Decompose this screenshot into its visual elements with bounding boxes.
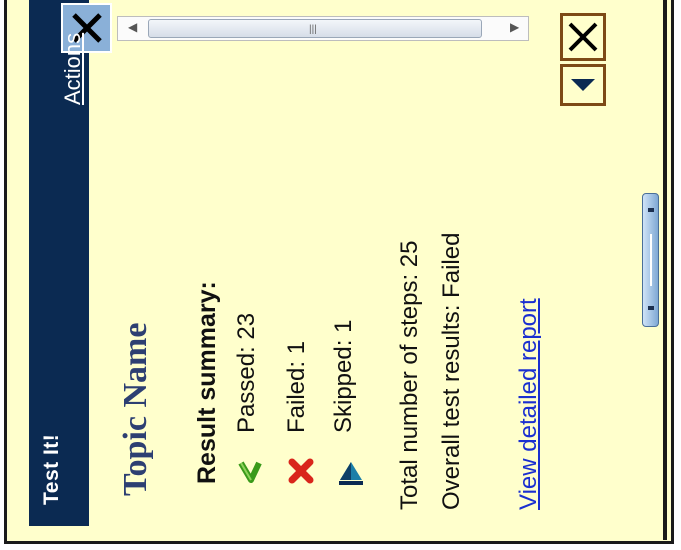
- topic-title: Topic Name: [117, 322, 154, 496]
- horizontal-scrollbar[interactable]: ◀ ||| ▶: [117, 16, 529, 41]
- dropdown-button[interactable]: [560, 64, 606, 106]
- dropdown-arrow-icon: [571, 79, 595, 91]
- splitter-arrow-icon: [648, 306, 654, 310]
- close-icon: [568, 22, 598, 52]
- checkmark-icon: [238, 461, 262, 483]
- x-icon: [288, 458, 314, 484]
- scroll-right-icon[interactable]: ▶: [510, 20, 519, 34]
- passed-count: Passed: 23: [233, 312, 260, 433]
- pane-splitter[interactable]: [642, 193, 659, 327]
- failed-count: Failed: 1: [283, 340, 310, 433]
- frame-border: [663, 0, 667, 540]
- splitter-grip: [650, 234, 652, 286]
- overall-result: Overall test results: Failed: [438, 232, 465, 510]
- splitter-arrow-icon: [648, 208, 654, 212]
- view-report-link[interactable]: View detailed report: [515, 298, 543, 510]
- window-title: Test It!: [40, 433, 63, 505]
- scroll-left-icon[interactable]: ◀: [128, 20, 137, 34]
- result-summary-heading: Result summary:: [193, 281, 221, 484]
- skipped-count: Skipped: 1: [330, 319, 357, 433]
- close-panel-button[interactable]: [560, 13, 606, 61]
- actions-menu-link[interactable]: Actions: [60, 33, 86, 105]
- scrollbar-thumb[interactable]: |||: [148, 19, 482, 38]
- skip-icon: [339, 462, 363, 485]
- total-steps: Total number of steps: 25: [396, 240, 423, 510]
- grip-icon: |||: [309, 24, 317, 35]
